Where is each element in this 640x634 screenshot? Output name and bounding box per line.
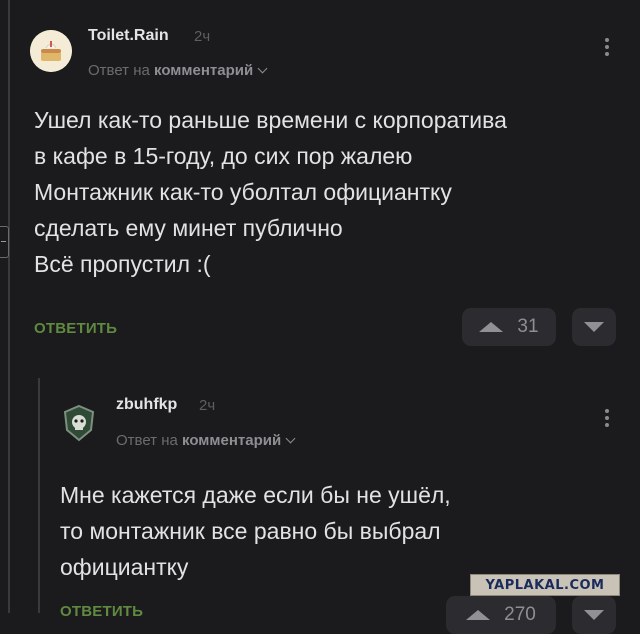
reply-to-prefix: Ответ на bbox=[88, 62, 150, 79]
chevron-down-icon bbox=[285, 433, 296, 444]
emblem-avatar-icon bbox=[63, 404, 95, 442]
downvote-icon bbox=[584, 610, 604, 620]
thread-line-root bbox=[8, 0, 10, 613]
avatar[interactable] bbox=[30, 30, 72, 72]
thread-line-nested bbox=[38, 378, 40, 613]
downvote-icon bbox=[584, 322, 604, 332]
comment-username[interactable]: zbuhfkp bbox=[116, 396, 177, 414]
reply-to-prefix: Ответ на bbox=[116, 432, 178, 449]
collapse-thread-toggle[interactable] bbox=[0, 226, 9, 258]
reply-to-link[interactable]: Ответ на комментарий bbox=[88, 62, 268, 79]
upvote-icon bbox=[479, 322, 504, 332]
reply-button[interactable]: ОТВЕТИТЬ bbox=[60, 603, 143, 620]
reply-to-link[interactable]: Ответ на комментарий bbox=[116, 432, 296, 449]
site-watermark: YAPLAKAL.COM bbox=[470, 574, 620, 596]
vote-count: 31 bbox=[517, 316, 539, 337]
reply-to-target: комментарий bbox=[154, 62, 254, 79]
upvote-button[interactable]: 270 bbox=[446, 596, 556, 634]
downvote-button[interactable] bbox=[572, 308, 616, 346]
comment-text: Мне кажется даже если бы не ушёл, то мон… bbox=[60, 482, 451, 580]
vote-count: 270 bbox=[504, 604, 536, 625]
downvote-button[interactable] bbox=[572, 596, 616, 634]
avatar[interactable] bbox=[58, 402, 100, 444]
more-options-icon[interactable] bbox=[604, 407, 610, 430]
reply-button[interactable]: ОТВЕТИТЬ bbox=[34, 320, 117, 337]
comment-time: 2ч bbox=[199, 397, 216, 414]
reply-to-target: комментарий bbox=[182, 432, 282, 449]
upvote-icon bbox=[466, 610, 491, 620]
more-options-icon[interactable] bbox=[604, 36, 610, 59]
comment-time: 2ч bbox=[194, 28, 211, 45]
comment-username[interactable]: Toilet.Rain bbox=[88, 27, 169, 45]
chevron-down-icon bbox=[257, 63, 268, 74]
comment-text: Ушел как-то раньше времени с корпоратива… bbox=[34, 107, 507, 277]
cake-avatar-icon bbox=[30, 30, 72, 72]
upvote-button[interactable]: 31 bbox=[462, 308, 556, 346]
